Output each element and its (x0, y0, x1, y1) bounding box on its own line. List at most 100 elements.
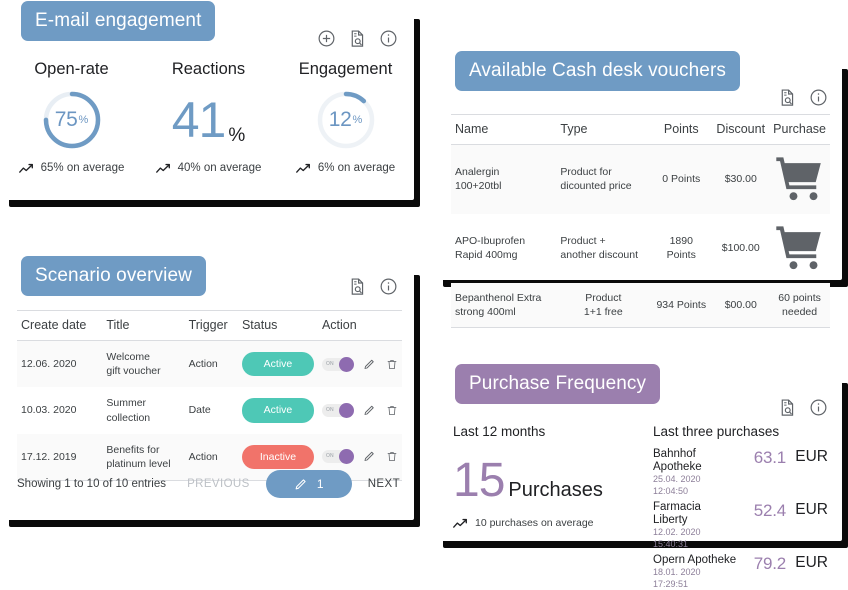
last-purchases-section: Last three purchases Bahnhof Apotheke 25… (653, 424, 828, 589)
purchase-amount: 63.1 (753, 448, 786, 467)
edit-pencil-icon[interactable] (363, 404, 375, 417)
table-row[interactable]: APO-Ibuprofen Rapid 400mg Product + anot… (451, 214, 830, 283)
activate-toggle[interactable]: ON (321, 356, 354, 372)
table-header-row: Name Type Points Discount Purchase (451, 114, 830, 145)
purchase-amount: 52.4 (753, 500, 786, 520)
scenario-title: Scenario overview (21, 256, 206, 296)
purchase-average-text: 10 purchases on average (475, 517, 594, 530)
scenario-create-date: 10.03. 2020 (21, 404, 77, 417)
purchase-frequency-card: Purchase Frequency Last 12 months 15 Pur… (437, 364, 842, 589)
voucher-name: APO-Ibuprofen Rapid 400mg (451, 214, 556, 283)
scenario-actions-cell: ON (318, 387, 402, 433)
metric-engagement: Engagement 12% 6% on average (277, 60, 414, 174)
status-badge: Active (241, 352, 314, 377)
scenario-table: Create date Title Trigger Status Action … (17, 310, 402, 482)
trend-up-icon (18, 163, 35, 174)
column-header-type: Type (556, 114, 651, 145)
current-page-button[interactable]: 1 (265, 470, 352, 498)
metric-reactions: Reactions 41% 40% on average (140, 60, 277, 174)
voucher-type-line2: 1+1 free (583, 305, 623, 318)
list-item[interactable]: Bahnhof Apotheke 25.04. 2020 12:04:50 63… (653, 448, 828, 498)
delete-trash-icon[interactable] (386, 404, 398, 417)
row-actions: ON (321, 403, 398, 419)
open-rate-unit: % (78, 114, 89, 126)
status-badge: Inactive (241, 444, 314, 469)
email-card-toolbar (317, 29, 398, 48)
column-header-purchase: Purchase (769, 114, 830, 145)
shopping-cart-icon[interactable] (773, 153, 826, 206)
points-needed-line1: 60 points (778, 291, 821, 304)
voucher-discount: $00.00 (712, 282, 770, 329)
table-row[interactable]: 12.06. 2020 Welcome gift voucher Action … (17, 340, 402, 388)
purchases-list: Bahnhof Apotheke 25.04. 2020 12:04:50 63… (653, 448, 828, 590)
scenario-overview-card: Scenario overview Create date Title Trig… (3, 256, 414, 520)
purchase-count: 15 Purchases (453, 456, 653, 504)
vouchers-title: Available Cash desk vouchers (455, 51, 740, 91)
purchase-currency: EUR (795, 553, 828, 571)
document-search-icon[interactable] (778, 88, 797, 107)
last-12-months-label: Last 12 months (453, 424, 546, 439)
toggle-label: ON (325, 407, 334, 414)
info-circle-icon[interactable] (809, 88, 828, 107)
voucher-discount: $30.00 (712, 144, 770, 214)
purchase-currency: EUR (795, 448, 828, 465)
metric-title: Reactions (171, 60, 246, 78)
document-search-icon[interactable] (348, 29, 367, 48)
activate-toggle[interactable]: ON (321, 403, 354, 419)
row-actions: ON (321, 356, 398, 372)
voucher-type: Product + another discount (556, 214, 650, 283)
voucher-name-line1: Bepanthenol Extra (455, 291, 542, 304)
voucher-name-line1: Analergin (455, 166, 500, 179)
engagement-metrics: Open-rate 75% 65% on average Reactions 4… (3, 60, 414, 174)
info-circle-icon[interactable] (809, 398, 828, 417)
voucher-name: Bepanthenol Extra strong 400ml (451, 282, 557, 329)
previous-page-button[interactable]: PREVIOUS (187, 478, 250, 490)
edit-pencil-icon[interactable] (363, 450, 375, 463)
purchase-average: 10 purchases on average (453, 517, 653, 529)
engagement-number: 12 (328, 108, 352, 131)
delete-trash-icon[interactable] (386, 358, 398, 371)
next-page-button[interactable]: NEXT (368, 478, 400, 490)
scenario-trigger: Action (184, 340, 238, 388)
voucher-points: 0 Points (650, 144, 713, 214)
reactions-average-text: 40% on average (177, 162, 262, 174)
status-badge: Active (241, 398, 314, 423)
purchase-info: Opern Apotheke 18.01. 2020 17:29:51 (653, 554, 738, 590)
scenario-title: Welcome gift voucher (102, 340, 185, 388)
entries-info: Showing 1 to 10 of 10 entries (17, 478, 166, 490)
document-search-icon[interactable] (348, 277, 367, 296)
voucher-purchase-cell (769, 144, 830, 214)
column-header-status: Status (237, 310, 318, 341)
table-row[interactable]: Bepanthenol Extra strong 400ml Product 1… (451, 282, 830, 329)
info-circle-icon[interactable] (379, 29, 398, 48)
reactions-unit: % (228, 125, 246, 146)
toggle-knob (338, 403, 354, 419)
info-circle-icon[interactable] (379, 277, 398, 296)
table-row[interactable]: 10.03. 2020 Summer collection Date Activ… (17, 387, 402, 433)
engagement-average-text: 6% on average (317, 162, 396, 174)
table-row[interactable]: Analergin 100+20tbl Product for dicounte… (451, 144, 830, 214)
scenario-title-line2: collection (106, 411, 151, 424)
column-header-create-date: Create date (17, 310, 103, 341)
activate-toggle[interactable]: ON (321, 449, 354, 465)
plus-circle-icon[interactable] (317, 29, 336, 48)
shopping-cart-icon[interactable] (773, 222, 826, 275)
voucher-name-line2: Rapid 400mg (455, 249, 518, 262)
trend-up-icon (295, 163, 312, 174)
scenario-actions-cell: ON (317, 340, 402, 388)
purchase-summary: Last 12 months 15 Purchases 10 purchases… (453, 424, 653, 531)
metric-title: Open-rate (34, 60, 109, 78)
last-three-purchases-label: Last three purchases (653, 424, 780, 439)
purchase-frequency-body: Last 12 months 15 Purchases 10 purchases… (453, 424, 828, 589)
open-rate-value: 75% (41, 89, 103, 151)
engagement-average: 6% on average (277, 162, 414, 174)
purchase-shop: Opern Apotheke (653, 553, 737, 566)
list-item[interactable]: Farmacia Liberty 12.02. 2020 15:40:31 52… (653, 501, 828, 551)
open-rate-average: 65% on average (3, 162, 140, 174)
edit-pencil-icon[interactable] (363, 358, 375, 371)
delete-trash-icon[interactable] (386, 450, 398, 463)
scenario-title-line2: gift voucher (106, 365, 161, 378)
purchase-shop: Farmacia Liberty (653, 500, 701, 527)
document-search-icon[interactable] (778, 398, 797, 417)
list-item[interactable]: Opern Apotheke 18.01. 2020 17:29:51 79.2… (653, 554, 828, 590)
